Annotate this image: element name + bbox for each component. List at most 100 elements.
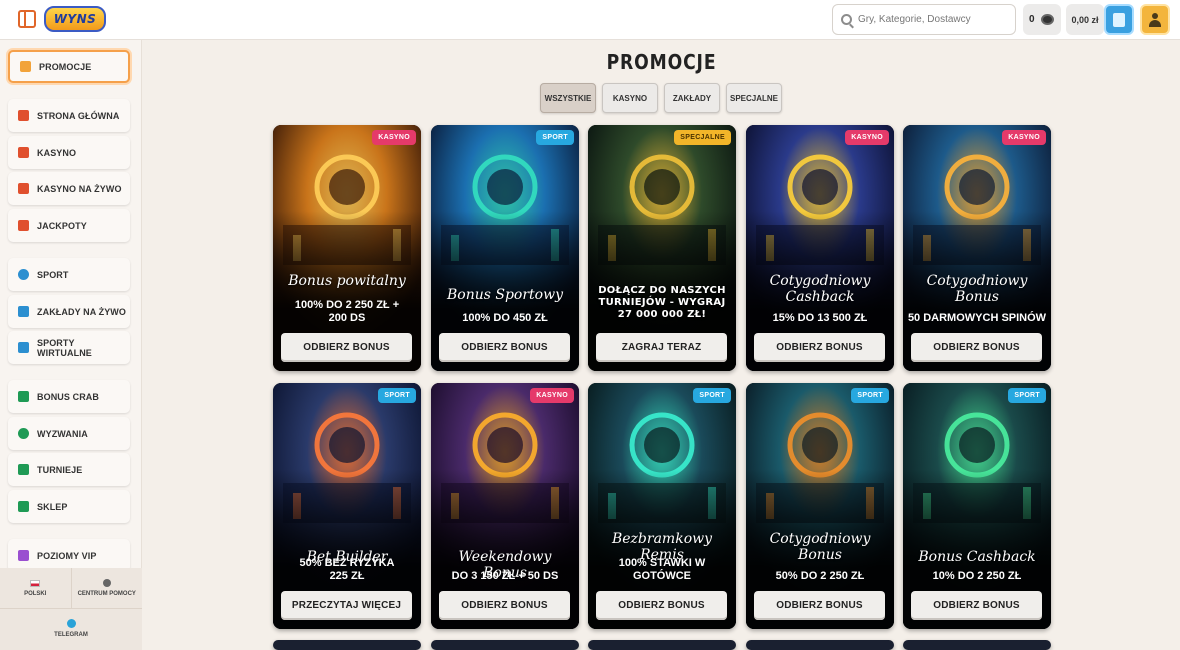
- claim-bonus-button[interactable]: ODBIERZ BONUS: [281, 333, 412, 362]
- jackpot-icon: [18, 220, 29, 231]
- promo-card[interactable]: SPORT Bet Builder 50% BEZ RYZYKA 225 ZŁ PRZ…: [273, 383, 421, 629]
- sidebar-item-tournaments[interactable]: TURNIEJE: [8, 453, 130, 486]
- filter-all[interactable]: WSZYSTKIE: [540, 83, 596, 113]
- promo-subtitle: 100% STAWKI W GOTÓWCE: [618, 557, 706, 582]
- promo-subtitle: 100% DO 450 ZŁ: [462, 312, 548, 324]
- monitor-icon: [18, 342, 29, 353]
- slot-icon: [18, 147, 29, 158]
- promo-card-partial[interactable]: [431, 640, 579, 650]
- promo-title: DOŁĄCZ DO NASZYCH TURNIEJÓW - WYGRAJ 27 …: [598, 285, 726, 320]
- claim-bonus-button[interactable]: ZAGRAJ TERAZ: [596, 333, 727, 362]
- claim-bonus-button[interactable]: ODBIERZ BONUS: [911, 333, 1042, 362]
- sidebar-item-home[interactable]: STRONA GŁÓWNA: [8, 99, 130, 132]
- sidebar-item-challenges[interactable]: WYZWANIA: [8, 417, 130, 450]
- sidebar-item-casino[interactable]: KASYNO: [8, 136, 130, 169]
- claim-bonus-button[interactable]: ODBIERZ BONUS: [754, 333, 885, 362]
- coin-icon: [1040, 14, 1054, 25]
- claim-bonus-button[interactable]: ODBIERZ BONUS: [596, 591, 727, 620]
- promo-subtitle: 50% DO 2 250 ZŁ: [775, 570, 865, 582]
- profile-button[interactable]: [1140, 4, 1170, 35]
- promo-subtitle: 15% DO 13 500 ZŁ: [772, 312, 868, 324]
- telegram-label: TELEGRAM: [54, 632, 88, 638]
- promo-card[interactable]: KASYNO Weekendowy Bonus DO 3 150 ZŁ + 50 D…: [431, 383, 579, 629]
- category-badge: KASYNO: [372, 130, 416, 145]
- category-badge: KASYNO: [530, 388, 574, 403]
- sidebar-item-label: STRONA GŁÓWNA: [37, 110, 120, 121]
- help-label: CENTRUM POMOCY: [77, 591, 136, 597]
- telegram-icon: [66, 619, 76, 628]
- promo-title: Cotygodniowy Bonus: [926, 273, 1028, 305]
- claim-bonus-button[interactable]: PRZECZYTAJ WIĘCEJ: [281, 591, 412, 620]
- sidebar-item-label: SPORTY WIRTUALNE: [37, 337, 92, 358]
- promo-title: Cotygodniowy Bonus: [769, 531, 871, 563]
- promo-subtitle: 10% DO 2 250 ZŁ: [932, 570, 1022, 582]
- logo[interactable]: WYNS: [44, 6, 106, 32]
- telegram-link[interactable]: TELEGRAM: [0, 609, 142, 648]
- search-box[interactable]: [832, 4, 1016, 35]
- sidebar-item-shop[interactable]: SKLEP: [8, 490, 130, 523]
- category-badge: SPORT: [378, 388, 416, 403]
- promo-card[interactable]: KASYNO Cotygodniowy Bonus 50 DARMOWYCH SPI…: [903, 125, 1051, 371]
- sidebar-item-live-casino[interactable]: KASYNO NA ŻYWO: [8, 172, 130, 205]
- promo-title: Bonus Cashback: [918, 549, 1036, 565]
- sidebar-item-label: JACKPOTY: [37, 220, 87, 231]
- promo-subtitle: 100% DO 2 250 ZŁ + 200 DS: [294, 299, 400, 324]
- live-bet-icon: [18, 306, 29, 317]
- promo-title: Bonus powitalny: [288, 273, 406, 289]
- promo-subtitle: 50% BEZ RYZYKA 225 ZŁ: [299, 557, 395, 582]
- sidebar-item-live-bets[interactable]: ZAKŁADY NA ŻYWO: [8, 295, 130, 328]
- shop-icon: [18, 501, 29, 512]
- category-badge: SPORT: [1008, 388, 1046, 403]
- sidebar-item-label: POZIOMY VIP: [37, 550, 97, 561]
- wallet-icon: [1113, 12, 1125, 27]
- sidebar-toggle-icon[interactable]: [18, 10, 36, 28]
- sidebar-item-label: KASYNO: [37, 147, 77, 158]
- help-center-link[interactable]: CENTRUM POMOCY: [70, 568, 143, 608]
- sidebar-item-label: SKLEP: [37, 501, 68, 512]
- promo-card[interactable]: KASYNO Bonus powitalny 100% DO 2 250 ZŁ + …: [273, 125, 421, 371]
- coins-value: 0: [1029, 14, 1035, 25]
- sidebar-item-label: KASYNO NA ŻYWO: [37, 183, 122, 194]
- sidebar-item-jackpots[interactable]: JACKPOTY: [8, 209, 130, 242]
- diamond-icon: [18, 550, 29, 561]
- claim-bonus-button[interactable]: ODBIERZ BONUS: [754, 591, 885, 620]
- filter-special[interactable]: SPECJALNE: [726, 83, 782, 113]
- claim-bonus-button[interactable]: ODBIERZ BONUS: [911, 591, 1042, 620]
- claim-bonus-button[interactable]: ODBIERZ BONUS: [439, 591, 570, 620]
- search-input[interactable]: [858, 14, 1008, 25]
- sidebar-item-label: BONUS CRAB: [37, 391, 100, 402]
- help-icon: [102, 579, 111, 587]
- promo-card[interactable]: SPORT Bonus Cashback 10% DO 2 250 ZŁ ODBIER…: [903, 383, 1051, 629]
- promo-card-partial[interactable]: [273, 640, 421, 650]
- wallet-button[interactable]: [1104, 4, 1134, 35]
- category-badge: KASYNO: [1002, 130, 1046, 145]
- promo-card[interactable]: SPECJALNE DOŁĄCZ DO NASZYCH TURNIEJÓW - W…: [588, 125, 736, 371]
- sidebar-item-virtual-sports[interactable]: SPORTY WIRTUALNE: [8, 331, 130, 364]
- filter-bets[interactable]: ZAKŁADY: [664, 83, 720, 113]
- sidebar-item-label: PROMOCJE: [39, 61, 92, 72]
- promo-card[interactable]: SPORT Cotygodniowy Bonus 50% DO 2 250 ZŁ OD…: [746, 383, 894, 629]
- sidebar-item-sport[interactable]: SPORT: [8, 258, 130, 291]
- sidebar-item-promotions[interactable]: PROMOCJE: [8, 50, 130, 83]
- coins-counter[interactable]: 0: [1023, 4, 1061, 35]
- category-badge: SPORT: [851, 388, 889, 403]
- sidebar-item-bonus-crab[interactable]: BONUS CRAB: [8, 380, 130, 413]
- live-casino-icon: [18, 183, 29, 194]
- balance-display[interactable]: 0,00 zł: [1066, 4, 1104, 35]
- search-icon: [841, 14, 852, 25]
- top-bar: WYNS 0 0,00 zł: [0, 0, 1180, 40]
- promo-card[interactable]: SPORT Bezbramkowy Remis 100% STAWKI W GOTÓ…: [588, 383, 736, 629]
- language-selector[interactable]: POLSKI: [0, 568, 71, 608]
- sidebar-footer: POLSKI CENTRUM POMOCY TELEGRAM: [0, 568, 142, 650]
- promo-card[interactable]: KASYNO Cotygodniowy Cashback 15% DO 13 500…: [746, 125, 894, 371]
- filter-casino[interactable]: KASYNO: [602, 83, 658, 113]
- promo-card-partial[interactable]: [903, 640, 1051, 650]
- ball-icon: [18, 269, 29, 280]
- promo-card-partial[interactable]: [746, 640, 894, 650]
- sidebar: POZIOMY VIP SKLEP TURNIEJE WYZWANIA BONUS CR…: [0, 40, 142, 650]
- promo-card[interactable]: SPORT Bonus Sportowy 100% DO 450 ZŁ ODBIERZ…: [431, 125, 579, 371]
- user-icon: [1149, 12, 1161, 27]
- claim-bonus-button[interactable]: ODBIERZ BONUS: [439, 333, 570, 362]
- category-badge: SPECJALNE: [674, 130, 731, 145]
- promo-card-partial[interactable]: [588, 640, 736, 650]
